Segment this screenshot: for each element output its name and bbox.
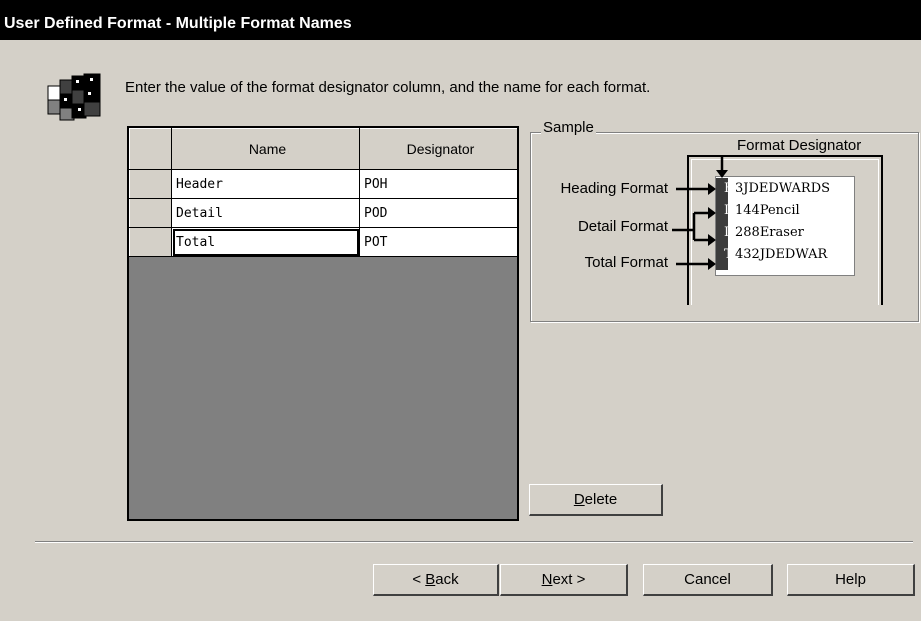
arrow-icon (672, 156, 728, 270)
help-button[interactable]: Help (787, 564, 915, 596)
next-button[interactable]: Next > (500, 564, 628, 596)
back-button[interactable]: < Back (373, 564, 499, 596)
arrows-overlay (672, 156, 728, 270)
separator (35, 541, 913, 543)
delete-button[interactable]: Delete (529, 484, 663, 516)
cancel-button[interactable]: Cancel (643, 564, 773, 596)
